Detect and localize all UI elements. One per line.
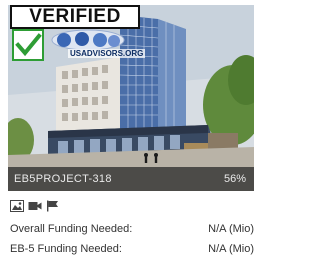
verified-badge: VERIFIED USADVISORS.ORG (10, 5, 146, 65)
flag-icon[interactable] (46, 199, 60, 212)
project-photo[interactable]: VERIFIED USADVISORS.ORG EB5PROJECT-318 5… (8, 5, 254, 191)
video-camera-icon[interactable] (28, 199, 42, 211)
overall-funding-value: N/A (Mio) (208, 223, 254, 235)
project-info-bar: EB5PROJECT-318 56% (8, 167, 254, 191)
project-card[interactable]: VERIFIED USADVISORS.ORG EB5PROJECT-318 5… (8, 5, 254, 255)
project-percent: 56% (223, 173, 246, 185)
overall-funding-row: Overall Funding Needed: N/A (Mio) (10, 223, 254, 235)
image-icon[interactable] (10, 199, 24, 212)
check-icon (12, 29, 44, 61)
eb5-funding-label: EB-5 Funding Needed: (10, 243, 122, 255)
globe-logo-icon (51, 29, 125, 51)
overall-funding-label: Overall Funding Needed: (10, 223, 133, 235)
eb5-funding-value: N/A (Mio) (208, 243, 254, 255)
project-code: EB5PROJECT-318 (14, 173, 112, 185)
eb5-funding-row: EB-5 Funding Needed: N/A (Mio) (10, 243, 254, 255)
verified-site-label: USADVISORS.ORG (68, 49, 146, 58)
verified-label: VERIFIED (10, 5, 140, 29)
media-icons (10, 198, 60, 212)
